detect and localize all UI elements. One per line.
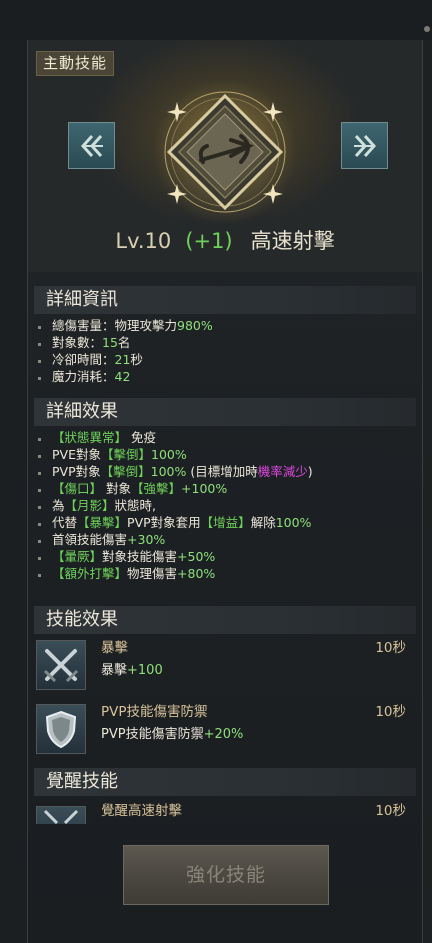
effect-line: PVE對象【擊倒】100% [38, 446, 187, 463]
effect-line-part: 【強擊】 [131, 481, 182, 496]
effect-line-part: PVE對象 [52, 447, 101, 462]
effect-line: 首領技能傷害+30% [37, 531, 166, 548]
effect-line-part: 【擊倒】 [101, 447, 152, 462]
crossed-swords-icon [36, 640, 86, 690]
skill-level: Lv.10 [115, 229, 172, 253]
detail-line-targets: 對象數：15名 [37, 334, 131, 351]
effect-line-part: 【暴擊】 [77, 515, 128, 530]
shield-icon [36, 704, 86, 754]
awaken-skill-duration: 10秒 [375, 803, 406, 819]
top-backdrop [0, 0, 432, 40]
effect-line-part: 對象技能傷害 [102, 549, 178, 564]
effect-desc-label: 暴擊 [101, 663, 128, 678]
skill-name: 高速射擊 [250, 229, 335, 253]
effect-line-part: 【增益】 [200, 515, 251, 530]
skill-title: Lv.10 (+1) 高速射擊 [28, 228, 422, 254]
effect-line-part: 為 [52, 498, 65, 513]
detail-value: 42 [114, 369, 131, 384]
effect-line-part: 【狀態異常】 [52, 430, 128, 445]
effect-line-part: (目標增加時 [186, 464, 258, 479]
effect-line-part: 狀態時, [114, 498, 157, 513]
effect-desc-label: PVP技能傷害防禦 [101, 727, 204, 742]
effect-line-part: 代替 [52, 515, 78, 530]
next-skill-button[interactable] [341, 122, 388, 169]
skill-detail-panel: 主動技能 Lv.10 (+1) 高速射擊 詳細資訊 總傷害量：物理攻擊力980%… [27, 40, 423, 943]
effect-line-part: ) [307, 464, 313, 479]
effect-desc-value: +20% [203, 727, 244, 742]
effect-duration: 10秒 [375, 704, 406, 720]
effect-line-part: 100% [150, 464, 187, 479]
effect-line-part: 對象 [102, 481, 131, 496]
detail-line-mana: 魔力消耗：42 [37, 368, 131, 385]
effect-line-part: PVP對象 [52, 464, 101, 479]
effect-name: 暴擊 [101, 640, 128, 656]
effect-line-part: PVP對象套用 [127, 515, 201, 530]
double-chevron-right-icon [353, 134, 376, 157]
detail-suffix: 秒 [130, 352, 143, 367]
detail-label: 冷卻時間： [52, 352, 115, 367]
details-section-header: 詳細資訊 [34, 286, 416, 314]
effect-name: PVP技能傷害防禦 [101, 704, 208, 720]
corner-indicator [424, 26, 430, 32]
skill-effects-section-header: 技能效果 [34, 606, 416, 634]
detail-line-damage: 總傷害量：物理攻擊力980% [38, 317, 213, 334]
skill-header: 主動技能 Lv.10 (+1) 高速射擊 [28, 40, 422, 272]
effect-line: 【額外打擊】物理傷害+80% [37, 565, 216, 582]
effect-line: 【暈厥】對象技能傷害+50% [37, 548, 216, 565]
detail-value: 21 [114, 352, 131, 367]
skill-emblem-icon [153, 80, 297, 224]
effect-line-part: 【暈厥】 [52, 549, 103, 564]
detail-value: 980% [177, 318, 213, 333]
effect-line-part: 機率減少 [257, 464, 308, 479]
effect-line-part: 100% [275, 515, 312, 530]
effect-line: 【傷口】 對象【強擊】+100% [37, 480, 228, 497]
effect-line-part: 物理傷害 [127, 566, 178, 581]
effects-section-header: 詳細效果 [34, 398, 416, 426]
awaken-skill-name: 覺醒高速射擊 [101, 803, 182, 819]
awaken-skill-item[interactable]: 覺醒高速射擊 10秒 [34, 800, 416, 824]
effect-line-part: 【額外打擊】 [52, 566, 128, 581]
awaken-arrows-icon [36, 806, 86, 824]
detail-label: 魔力消耗： [52, 369, 115, 384]
skill-effect-crit[interactable]: 暴擊 暴擊+100 10秒 [34, 636, 416, 696]
effect-line: PVP對象【擊倒】100% (目標增加時機率減少) [38, 463, 313, 480]
detail-label: 總傷害量：物理攻擊力 [52, 318, 178, 333]
skill-effect-pvp-defense[interactable]: PVP技能傷害防禦 PVP技能傷害防禦+20% 10秒 [34, 700, 416, 760]
prev-skill-button[interactable] [68, 122, 115, 169]
effect-line-part: 【月影】 [64, 498, 115, 513]
detail-line-cooldown: 冷卻時間：21秒 [38, 351, 143, 368]
awaken-section-header: 覺醒技能 [34, 768, 416, 796]
effect-desc: 暴擊+100 [101, 662, 163, 679]
skill-category-tag: 主動技能 [36, 51, 115, 76]
double-chevron-left-icon [80, 134, 103, 157]
effect-line-part: 首領技能傷害 [52, 532, 128, 547]
detail-value: 15 [102, 335, 118, 350]
effect-desc: PVP技能傷害防禦+20% [101, 726, 243, 743]
effect-line-part: 解除 [250, 515, 276, 530]
effect-line-part: +80% [177, 566, 216, 581]
effect-line-part: +50% [177, 549, 216, 564]
effect-line: 代替【暴擊】PVP對象套用【增益】解除100% [37, 514, 312, 531]
effect-duration: 10秒 [375, 640, 406, 656]
effect-line: 【狀態異常】 免疫 [38, 429, 156, 446]
effect-line-part: +100% [181, 481, 228, 496]
detail-suffix: 名 [117, 335, 131, 350]
effect-line-part: 100% [151, 447, 187, 462]
effect-line-part: +30% [127, 532, 166, 547]
effect-line-part: 【擊倒】 [100, 464, 151, 479]
effect-line: 為【月影】狀態時, [37, 497, 157, 514]
effect-line-part: 免疫 [127, 430, 156, 445]
effect-desc-value: +100 [127, 663, 163, 678]
effect-line-part: 【傷口】 [52, 481, 103, 496]
detail-label: 對象數： [52, 335, 103, 350]
enhance-skill-button[interactable]: 強化技能 [123, 845, 329, 905]
skill-level-bonus: (+1) [185, 229, 233, 253]
